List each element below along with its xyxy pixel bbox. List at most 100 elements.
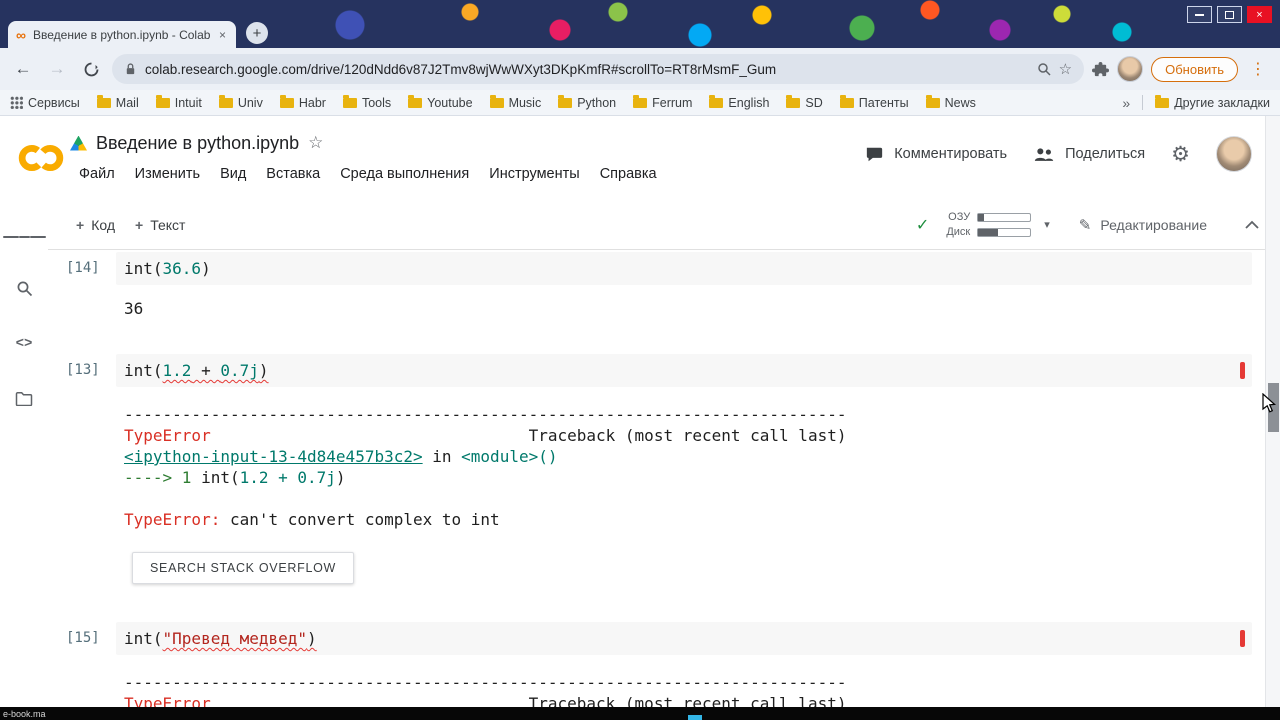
folder-icon	[839, 94, 854, 108]
code-text: )	[307, 629, 317, 648]
bookmark-folder-habr[interactable]: Habr	[279, 94, 326, 110]
url-field[interactable]: colab.research.google.com/drive/120dNdd6…	[112, 54, 1085, 84]
search-icon[interactable]	[16, 280, 33, 297]
forward-button[interactable]: →	[44, 56, 70, 82]
menu-runtime[interactable]: Среда выполнения	[331, 162, 478, 186]
share-people-icon	[1034, 147, 1054, 161]
execution-count[interactable]: [15]	[66, 622, 116, 707]
traceback-header: TypeError Traceback (most recent call la…	[124, 694, 847, 707]
zoom-icon[interactable]	[1037, 62, 1051, 76]
cell-output: 36	[124, 299, 144, 318]
connected-check-icon: ✓	[915, 216, 930, 234]
colab-favicon-icon: ∞	[16, 26, 26, 43]
folder-icon	[96, 94, 111, 108]
bookmark-services[interactable]: Сервисы	[10, 96, 80, 110]
code-editor[interactable]: int("Превед медвед")	[116, 622, 1252, 655]
browser-tab[interactable]: ∞ Введение в python.ipynb - Colab ×	[8, 21, 236, 48]
files-folder-icon[interactable]	[15, 391, 33, 406]
other-bookmarks[interactable]: Другие закладки	[1155, 94, 1270, 110]
traceback-header: TypeError Traceback (most recent call la…	[124, 426, 847, 445]
apps-grid-icon	[10, 96, 23, 109]
execution-count[interactable]: [14]	[66, 252, 116, 318]
input-link[interactable]: <ipython-input-13-4d84e457b3c2>	[124, 447, 423, 466]
extensions-icon[interactable]	[1092, 61, 1110, 78]
window-close-button[interactable]: ×	[1247, 6, 1272, 23]
browser-update-button[interactable]: Обновить	[1151, 56, 1238, 82]
bookmark-folder-patents[interactable]: Патенты	[839, 94, 909, 110]
settings-gear-icon[interactable]: ⚙	[1171, 142, 1190, 167]
ram-label: ОЗУ	[948, 211, 971, 223]
window-minimize-button[interactable]	[1187, 6, 1212, 23]
ram-meter	[977, 212, 1032, 222]
chevron-down-icon[interactable]: ▾	[1044, 218, 1050, 231]
notebook-title[interactable]: Введение в python.ipynb	[96, 133, 299, 154]
menu-insert[interactable]: Вставка	[257, 162, 329, 186]
bookmark-label: Python	[577, 95, 617, 110]
menu-view[interactable]: Вид	[211, 162, 255, 186]
folder-icon	[279, 94, 294, 108]
bookmark-label: Tools	[361, 95, 392, 110]
bookmarks-overflow-icon[interactable]: »	[1122, 95, 1130, 111]
folder-icon	[408, 94, 423, 108]
disk-label: Диск	[946, 226, 971, 238]
colab-logo-icon[interactable]	[12, 116, 70, 200]
bookmark-label: Intuit	[174, 95, 202, 110]
left-rail: <>	[0, 200, 48, 707]
menu-file[interactable]: Файл	[70, 162, 124, 186]
code-editor[interactable]: int(36.6)	[116, 252, 1252, 285]
collapse-toolbar-button[interactable]	[1244, 220, 1260, 230]
bookmark-folder-music[interactable]: Music	[489, 94, 541, 110]
bookmark-folder-news[interactable]: News	[925, 94, 976, 110]
back-button[interactable]: ←	[10, 56, 36, 82]
bookmark-label: Патенты	[858, 95, 909, 110]
bookmark-folder-youtube[interactable]: Youtube	[408, 94, 473, 110]
tab-close-icon[interactable]: ×	[217, 28, 228, 42]
code-text: )	[201, 259, 211, 278]
pencil-icon: ✎	[1078, 216, 1092, 234]
drive-icon	[70, 135, 87, 151]
window-maximize-button[interactable]	[1217, 6, 1242, 23]
comment-button[interactable]: Комментировать	[865, 146, 1007, 163]
bookmark-folder-mail[interactable]: Mail	[96, 94, 139, 110]
user-avatar[interactable]	[1216, 136, 1252, 172]
bookmark-star-icon[interactable]: ☆	[1059, 60, 1072, 78]
bookmark-label: Youtube	[427, 95, 473, 110]
bookmark-folder-sd[interactable]: SD	[786, 94, 823, 110]
browser-theme-strip: × ∞ Введение в python.ipynb - Colab × +	[0, 0, 1280, 48]
menu-help[interactable]: Справка	[591, 162, 666, 186]
folder-icon	[786, 94, 801, 108]
share-button[interactable]: Поделиться	[1033, 146, 1145, 162]
add-code-button[interactable]: + Код	[66, 211, 125, 239]
traceback-rule: ----------------------------------------…	[124, 673, 847, 692]
menu-edit[interactable]: Изменить	[126, 162, 209, 186]
resource-meters[interactable]: ОЗУ Диск	[942, 211, 1032, 238]
add-text-button[interactable]: + Текст	[125, 211, 195, 239]
bookmark-folder-python[interactable]: Python	[558, 94, 617, 110]
bookmark-folder-english[interactable]: English	[709, 94, 769, 110]
folder-icon	[1155, 94, 1170, 108]
code-string: "Превед медвед"	[162, 629, 308, 648]
notebook-toolbar: + Код + Текст ✓ ОЗУ Диск ▾ ✎ Редактирова…	[48, 200, 1280, 250]
bookmark-folder-tools[interactable]: Tools	[342, 94, 392, 110]
code-snippets-icon[interactable]: <>	[16, 336, 33, 352]
editing-mode-indicator[interactable]: ✎ Редактирование	[1079, 216, 1207, 234]
bookmark-folder-intuit[interactable]: Intuit	[155, 94, 202, 110]
bookmark-folder-univ[interactable]: Univ	[218, 94, 263, 110]
browser-menu-icon[interactable]: ⋮	[1246, 59, 1270, 79]
search-stack-overflow-button[interactable]: SEARCH STACK OVERFLOW	[132, 552, 355, 584]
notebook-cells-area: [14] int(36.6) 36 [13] int(1.2 + 0.7j) -…	[48, 250, 1280, 707]
code-editor[interactable]: int(1.2 + 0.7j)	[116, 354, 1252, 387]
execution-count[interactable]: [13]	[66, 354, 116, 584]
new-tab-button[interactable]: +	[246, 22, 268, 44]
bookmark-folder-ferrum[interactable]: Ferrum	[633, 94, 692, 110]
progress-marker	[688, 715, 702, 720]
menu-tools[interactable]: Инструменты	[480, 162, 588, 186]
star-notebook-icon[interactable]: ☆	[308, 133, 323, 153]
table-of-contents-icon[interactable]	[2, 232, 46, 241]
code-number: 1.2	[162, 361, 192, 380]
plus-icon: +	[135, 216, 144, 233]
bookmarks-bar: Сервисы Mail Intuit Univ Habr Tools Yout…	[0, 90, 1280, 116]
error-indicator	[1240, 362, 1245, 379]
browser-profile-avatar[interactable]	[1117, 56, 1144, 82]
reload-button[interactable]	[78, 56, 104, 82]
